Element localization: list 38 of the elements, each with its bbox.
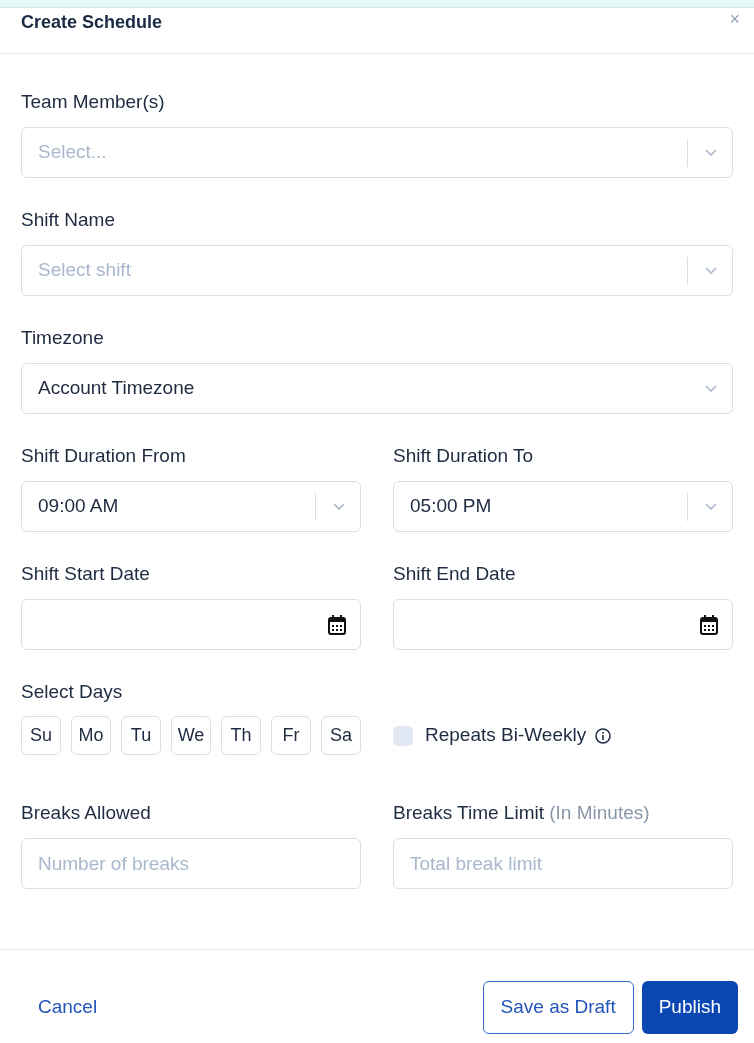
field-label: Shift End Date [393,562,517,584]
select-field[interactable]: 09:00 AM [21,481,361,532]
date-field[interactable] [21,599,361,650]
field-label: Shift Name [21,208,116,230]
cancel-button[interactable]: Cancel [16,981,120,1034]
select-field[interactable]: Account Timezone [21,363,733,414]
field-label: Shift Duration To [393,444,535,466]
day-toggle[interactable]: We [171,716,211,755]
select-field[interactable]: 05:00 PM [393,481,733,532]
checkbox-label: Repeats Bi-Weekly [425,723,587,748]
day-toggle[interactable]: Tu [121,716,161,755]
input-field[interactable]: Total break limit [393,838,733,889]
dialog-title: Create Schedule [21,11,163,34]
chevron-down-icon [332,502,346,511]
date-field[interactable] [393,599,733,650]
field-label: Shift Start Date [21,562,151,584]
day-toggle[interactable]: Sa [321,716,361,755]
chevron-down-icon [704,502,718,511]
day-toggle[interactable]: Su [21,716,61,755]
field-label: Timezone [21,326,105,348]
day-toggle[interactable]: Fr [271,716,311,755]
info-icon[interactable] [595,727,612,744]
input-field[interactable]: Number of breaks [21,838,361,889]
field-label: Breaks Allowed [21,801,152,823]
checkbox[interactable] [393,725,413,746]
calendar-icon [328,614,346,635]
publish-button[interactable]: Publish [641,981,738,1034]
field-label: Shift Duration From [21,444,187,466]
chevron-down-icon [704,384,718,393]
chevron-down-icon [704,148,718,157]
chevron-down-icon [704,266,718,275]
field-label: Team Member(s) [21,90,166,112]
calendar-icon [700,614,718,635]
day-toggle[interactable]: Th [221,716,261,755]
field-label: Select Days [21,680,124,702]
field-label: Breaks Time Limit (In Minutes) [393,801,651,823]
save-draft-button[interactable]: Save as Draft [482,981,634,1034]
day-toggle[interactable]: Mo [71,716,111,755]
